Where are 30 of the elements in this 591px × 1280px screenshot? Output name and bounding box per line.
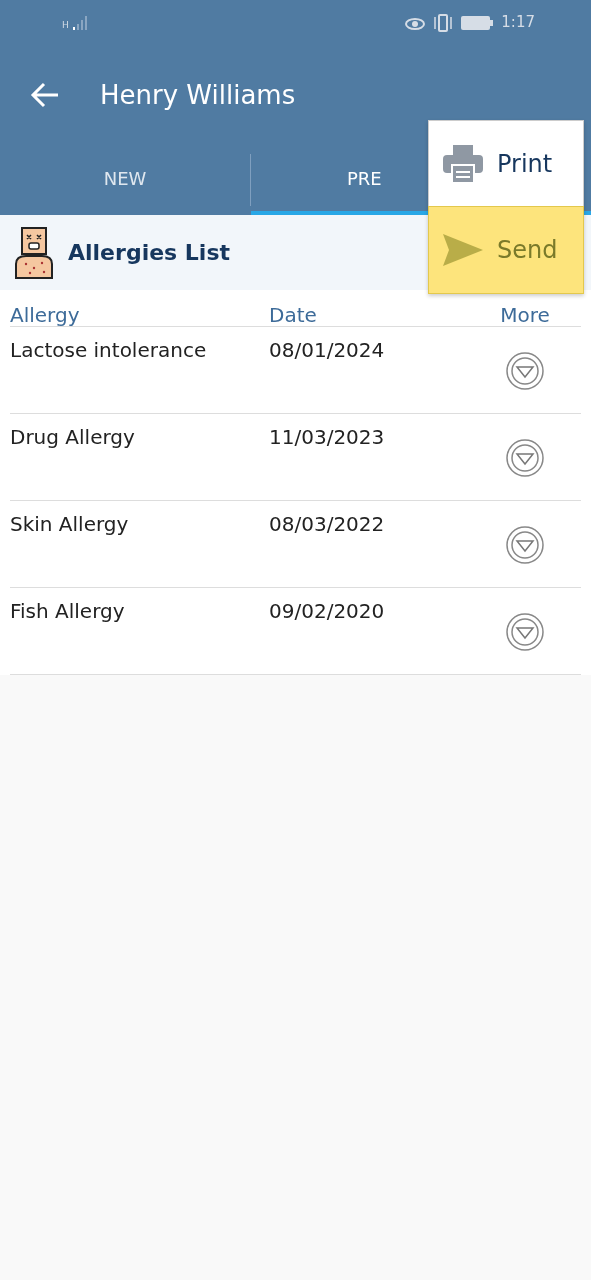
dropdown-circle-icon[interactable] — [506, 526, 544, 564]
vibrate-icon — [433, 13, 454, 32]
print-menu-item[interactable]: Print — [429, 121, 583, 207]
eye-icon — [405, 15, 426, 30]
network-label: H — [62, 20, 69, 30]
allergy-cell: Drug Allergy — [10, 425, 135, 449]
section-title: Allergies List — [68, 239, 230, 267]
date-cell: 08/03/2022 — [269, 512, 385, 536]
allergy-cell: Skin Allergy — [10, 512, 129, 536]
date-cell: 09/02/2020 — [269, 599, 385, 623]
clock-time: 1:17 — [501, 12, 535, 34]
back-arrow-icon[interactable] — [30, 82, 60, 108]
allergy-cell: Lactose intolerance — [10, 338, 207, 362]
send-menu-item[interactable]: Send — [429, 207, 583, 293]
dropdown-circle-icon[interactable] — [506, 352, 544, 390]
column-header: More — [500, 304, 550, 326]
signal-icon — [72, 15, 89, 30]
send-icon — [443, 234, 483, 266]
printer-icon — [443, 145, 483, 183]
date-cell: 08/01/2024 — [269, 338, 385, 362]
column-header: Allergy — [10, 303, 80, 327]
allergy-cell: Fish Allergy — [10, 599, 125, 623]
dropdown-circle-icon[interactable] — [506, 613, 544, 651]
date-cell: 11/03/2023 — [269, 425, 385, 449]
person-rash-icon — [14, 225, 54, 280]
tab[interactable]: NEW — [0, 145, 250, 215]
column-header: Date — [269, 303, 317, 327]
battery-icon — [461, 15, 494, 30]
dropdown-circle-icon[interactable] — [506, 439, 544, 477]
screen-title: Henry Williams — [100, 78, 296, 112]
